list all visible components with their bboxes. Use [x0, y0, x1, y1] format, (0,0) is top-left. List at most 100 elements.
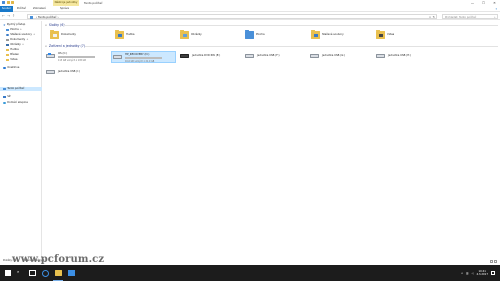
drive-i[interactable]: Jednotka USB (I:) [45, 67, 103, 79]
nav-item-downloads[interactable]: Stažené soubory ✦ [6, 33, 35, 37]
folder-icon [6, 48, 9, 52]
video-icon [379, 33, 383, 37]
pictures-icon [183, 33, 187, 37]
nav-label: Stažené soubory [10, 33, 32, 36]
pictures-icon [6, 43, 9, 47]
drive-c[interactable]: OS (C:) 115 GB volných z 195 GB [45, 51, 103, 63]
drive-usage-bar [125, 57, 162, 60]
nav-label: Obrázky [10, 43, 21, 46]
new-folder-icon[interactable] [11, 1, 14, 4]
refresh-icon[interactable]: ↻ [432, 15, 435, 20]
star-icon: ★ [3, 22, 6, 27]
clock[interactable]: 10:41 4.3.2017 [476, 270, 488, 277]
folder-desktop[interactable]: Plocha [245, 29, 301, 40]
nav-label: Plocha [10, 28, 19, 31]
folder-label: Videa [387, 32, 395, 36]
help-icon[interactable]: ? [495, 7, 497, 11]
windows-drive-icon [46, 52, 55, 58]
volume-icon[interactable]: ◁ [471, 272, 473, 275]
network-icon[interactable]: ▥ [466, 272, 468, 275]
address-bar[interactable]: › Tento počítač › ∨ ↻ [27, 13, 437, 20]
watermark: www.pcforum.cz [12, 254, 105, 265]
drive-d[interactable]: HP_RECOVERY (D:) 16,6 GB volných z 21,9 … [111, 51, 176, 63]
system-tray: ∧ ▥ ◁ 10:41 4.3.2017 [461, 265, 495, 281]
nav-item-desktop[interactable]: Plocha ✦ [6, 28, 22, 32]
nav-item-videos[interactable]: Videa [6, 58, 17, 62]
search-input[interactable]: Prohledat: Tento počítač ⌕ [442, 13, 498, 19]
folder-pictures[interactable]: Obrázky [180, 29, 236, 40]
this-pc-icon [29, 15, 33, 19]
properties-icon[interactable] [6, 1, 10, 4]
search-icon[interactable]: ⌕ [17, 269, 19, 274]
desktop-icon [6, 28, 9, 32]
folder-icon [6, 53, 9, 57]
pin-icon: ✦ [26, 38, 29, 41]
details-view-icon[interactable] [490, 259, 493, 263]
drive-name: Jednotka USB (H:) [388, 54, 412, 57]
drive-e[interactable]: Jednotka DVD RW (E:) [179, 51, 237, 63]
drive-free-space: 115 GB volných z 195 GB [58, 59, 86, 62]
drive-h[interactable]: Jednotka USB (H:) [375, 51, 433, 63]
pin-icon: ✦ [33, 33, 36, 36]
this-pc-icon [2, 1, 5, 4]
nav-label: OneDrive [7, 66, 20, 69]
breadcrumb[interactable]: › Tento počítač › [36, 15, 59, 20]
cloud-icon [3, 66, 6, 70]
nav-item-network[interactable]: Síť [3, 95, 11, 99]
section-header-folders[interactable]: ∨ Složky (6) [45, 23, 65, 27]
dvd-drive-icon [180, 54, 189, 58]
folder-label: Plocha [256, 32, 265, 36]
folder-documents[interactable]: Dokumenty [50, 29, 106, 40]
forward-button[interactable]: → [7, 14, 10, 19]
nav-item-music[interactable]: Hudba [6, 48, 19, 52]
folder-downloads[interactable]: Stažené soubory [311, 29, 367, 40]
drive-name: OS (C:) [58, 52, 68, 55]
computer-icon [3, 87, 6, 91]
nav-label: Síť [7, 95, 11, 98]
store-icon [67, 270, 75, 276]
network-icon [3, 95, 6, 99]
section-header-devices[interactable]: ∨ Zařízení a jednotky (7) [45, 44, 85, 48]
nav-item-documents[interactable]: Dokumenty ✦ [6, 38, 28, 42]
nav-label: Březen [10, 53, 20, 56]
view-toggles [490, 259, 497, 263]
hard-drive-icon [113, 55, 122, 59]
chevron-up-icon[interactable]: ∧ [461, 272, 463, 275]
nav-item-homegroup[interactable]: Domácí skupina [3, 101, 28, 105]
drive-name: Jednotka DVD RW (E:) [192, 54, 221, 57]
notification-icon[interactable] [491, 271, 495, 275]
task-view-button[interactable] [27, 268, 37, 278]
chevron-down-icon[interactable]: ∨ [429, 15, 431, 20]
start-button[interactable] [0, 265, 16, 281]
drive-g[interactable]: Jednotka USB (G:) [309, 51, 367, 63]
taskbar-file-explorer[interactable] [53, 268, 63, 281]
clock-date: 4.3.2017 [476, 273, 488, 276]
documents-icon [53, 33, 57, 37]
drive-f[interactable]: Jednotka USB (F:) [244, 51, 302, 63]
edge-icon [41, 269, 49, 277]
nav-item-onedrive[interactable]: OneDrive [3, 66, 19, 70]
large-icons-view-icon[interactable] [494, 259, 497, 263]
folder-label: Stažené soubory [322, 32, 344, 36]
nav-item-this-pc[interactable]: Tento počítač [0, 87, 42, 91]
folder-videos[interactable]: Videa [376, 29, 432, 40]
nav-quick-access[interactable]: ★ Rychlý přístup [3, 23, 25, 27]
back-button[interactable]: ← [2, 14, 5, 19]
drive-usage-bar [58, 56, 95, 59]
folder-music[interactable]: Hudba [115, 29, 171, 40]
taskbar-store[interactable] [66, 268, 76, 278]
folder-label: Hudba [126, 32, 135, 36]
pin-icon: ✦ [19, 28, 22, 31]
taskbar-edge[interactable] [40, 268, 50, 278]
drive-name: Jednotka USB (G:) [322, 54, 346, 57]
download-icon [6, 33, 9, 37]
drive-name: Jednotka USB (F:) [257, 54, 280, 57]
folder-label: Obrázky [191, 32, 202, 36]
chevron-down-icon: ∨ [45, 24, 47, 27]
up-button[interactable]: ↑ [12, 14, 15, 19]
nav-label: Dokumenty [10, 38, 26, 41]
nav-item-pictures[interactable]: Obrázky ✦ [6, 43, 24, 47]
navigation-pane: ★ Rychlý přístup Plocha ✦ Stažené soubor… [0, 21, 42, 258]
drive-name: Jednotka USB (I:) [58, 70, 80, 73]
nav-item-march[interactable]: Březen [6, 53, 19, 57]
